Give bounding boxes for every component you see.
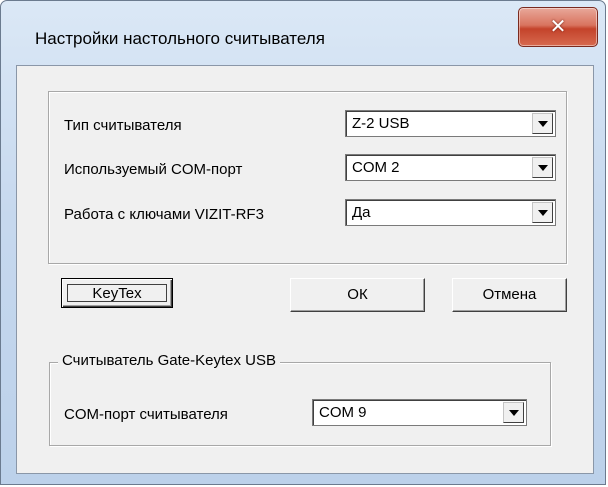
close-button[interactable]: ✕ [518, 7, 598, 47]
gate-com-port-label: COM-порт считывателя [64, 406, 228, 423]
dialog-client-area: Тип считывателя Z-2 USB Используемый COM… [16, 65, 594, 474]
keytex-button-label: KeyTex [67, 284, 167, 302]
chevron-down-icon[interactable] [503, 402, 524, 423]
gate-com-port-value: COM 9 [319, 404, 367, 421]
chevron-down-icon[interactable] [532, 157, 553, 178]
reader-type-value: Z-2 USB [352, 115, 410, 132]
window-title: Настройки настольного считывателя [35, 29, 325, 48]
gate-com-port-select[interactable]: COM 9 [312, 399, 527, 426]
cancel-button[interactable]: Отмена [452, 278, 567, 312]
vizit-keys-value: Да [352, 204, 371, 221]
reader-type-select[interactable]: Z-2 USB [345, 110, 556, 137]
vizit-keys-label: Работа с ключами VIZIT-RF3 [64, 206, 264, 223]
com-port-select[interactable]: COM 2 [345, 154, 556, 181]
com-port-label: Используемый COM-порт [64, 161, 243, 178]
com-port-value: COM 2 [352, 159, 400, 176]
close-icon: ✕ [549, 14, 567, 38]
settings-dialog: Настройки настольного считывателя ✕ Тип … [0, 0, 606, 485]
gate-reader-caption: Считыватель Gate-Keytex USB [58, 352, 280, 369]
keytex-button[interactable]: KeyTex [61, 278, 173, 308]
ok-button[interactable]: ОК [290, 278, 425, 312]
vizit-keys-select[interactable]: Да [345, 199, 556, 226]
chevron-down-icon[interactable] [532, 113, 553, 134]
reader-type-label: Тип считывателя [64, 117, 182, 134]
chevron-down-icon[interactable] [532, 202, 553, 223]
title-bar[interactable]: Настройки настольного считывателя ✕ [1, 1, 605, 65]
